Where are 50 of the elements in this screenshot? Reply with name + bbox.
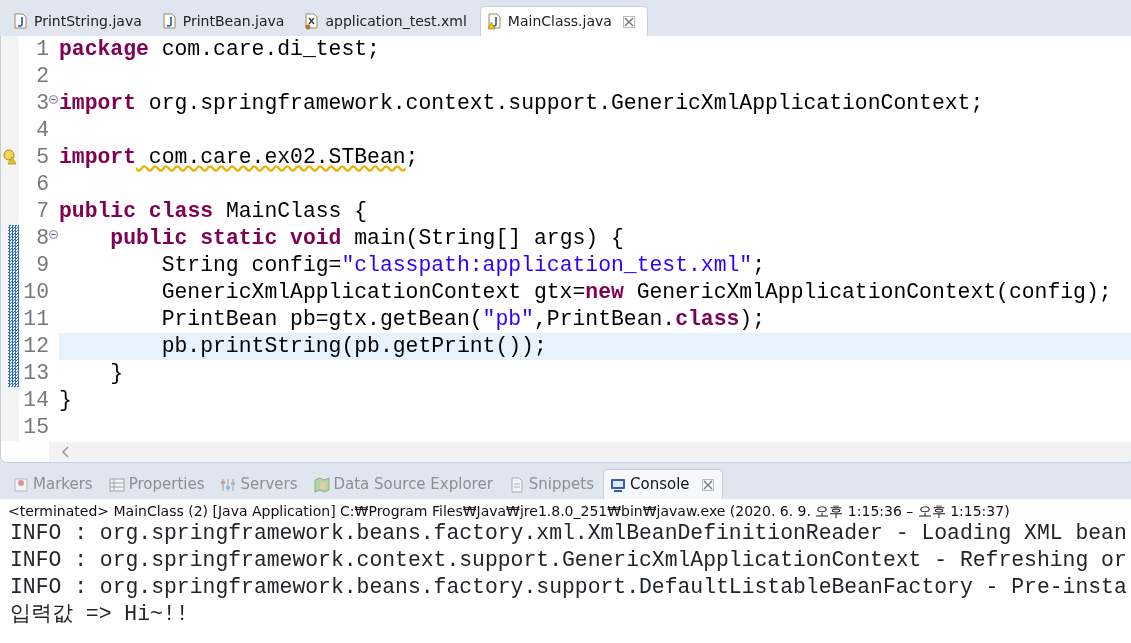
horizontal-scrollbar[interactable] <box>49 442 1131 462</box>
console-line: INFO : org.springframework.beans.factory.xml.XmlBeanDefinitionReader - Loading XML bean <box>9 520 1128 547</box>
line-number: 10 <box>22 279 49 306</box>
code-line: } <box>109 360 125 387</box>
console-line: 입력값 => Hi~!! <box>9 601 190 628</box>
datasource-view-icon <box>313 476 330 493</box>
markers-view-icon <box>13 476 29 493</box>
properties-view-icon <box>108 476 125 493</box>
code-line: } <box>59 387 73 414</box>
collapse-icon[interactable] <box>49 95 58 104</box>
code-line: PrintBean pb=gtx.getBean("pb",PrintBean.class); <box>160 306 767 333</box>
editor-tab[interactable]: PrintString.java <box>6 6 155 36</box>
scroll-left-icon[interactable] <box>61 446 69 458</box>
line-number: 1 <box>35 36 49 63</box>
code-line: import com.care.ex02.STBean; <box>59 144 420 171</box>
close-icon[interactable] <box>622 15 635 28</box>
servers-view-icon <box>220 476 237 493</box>
line-number: 5 <box>35 144 49 171</box>
line-number: 15 <box>22 414 49 441</box>
snippets-view-icon <box>508 476 525 493</box>
java-file-icon <box>13 13 29 30</box>
code-line: import org.springframework.context.support.GenericXmlApplicationContext; <box>59 90 985 117</box>
xml-file-icon <box>304 13 321 30</box>
console-view-icon <box>610 476 626 493</box>
console-line: INFO : org.springframework.beans.factory.support.DefaultListableBeanFactory - Pre-insta <box>9 574 1128 601</box>
line-number: 7 <box>35 198 49 225</box>
code-line: public static void main(String[] args) { <box>109 225 625 252</box>
code-line: package com.care.di_test; <box>59 36 381 63</box>
line-number: 3 <box>35 90 49 117</box>
java-file-icon <box>161 13 178 30</box>
line-number: 2 <box>35 63 49 90</box>
line-number: 13 <box>22 360 49 387</box>
console-line: INFO : org.springframework.context.support.GenericXmlApplicationContext - Refreshing or <box>9 547 1128 574</box>
code-line: GenericXmlApplicationContext gtx=new GenericXmlApplicationContext(config); <box>160 279 1113 306</box>
java-file-warning-icon <box>486 13 503 30</box>
code-line: public class MainClass { <box>59 198 369 225</box>
line-number: 4 <box>35 117 49 144</box>
line-number: 9 <box>35 252 49 279</box>
line-number: 6 <box>35 171 49 198</box>
line-number: 14 <box>22 387 49 414</box>
line-number: 8 <box>35 225 49 252</box>
editor-tab[interactable]: PrintBean.java <box>154 6 298 36</box>
code-line: String config="classpath:application_test.xml"; <box>160 252 767 279</box>
editor-tab[interactable]: MainClass.java <box>479 6 648 36</box>
line-number: 11 <box>22 306 49 333</box>
panel-tab[interactable]: Console <box>603 469 723 499</box>
line-number: 12 <box>22 333 49 360</box>
close-icon[interactable] <box>701 478 714 491</box>
collapse-icon[interactable] <box>49 230 58 239</box>
editor-tab[interactable]: application_test.xml <box>297 6 480 36</box>
